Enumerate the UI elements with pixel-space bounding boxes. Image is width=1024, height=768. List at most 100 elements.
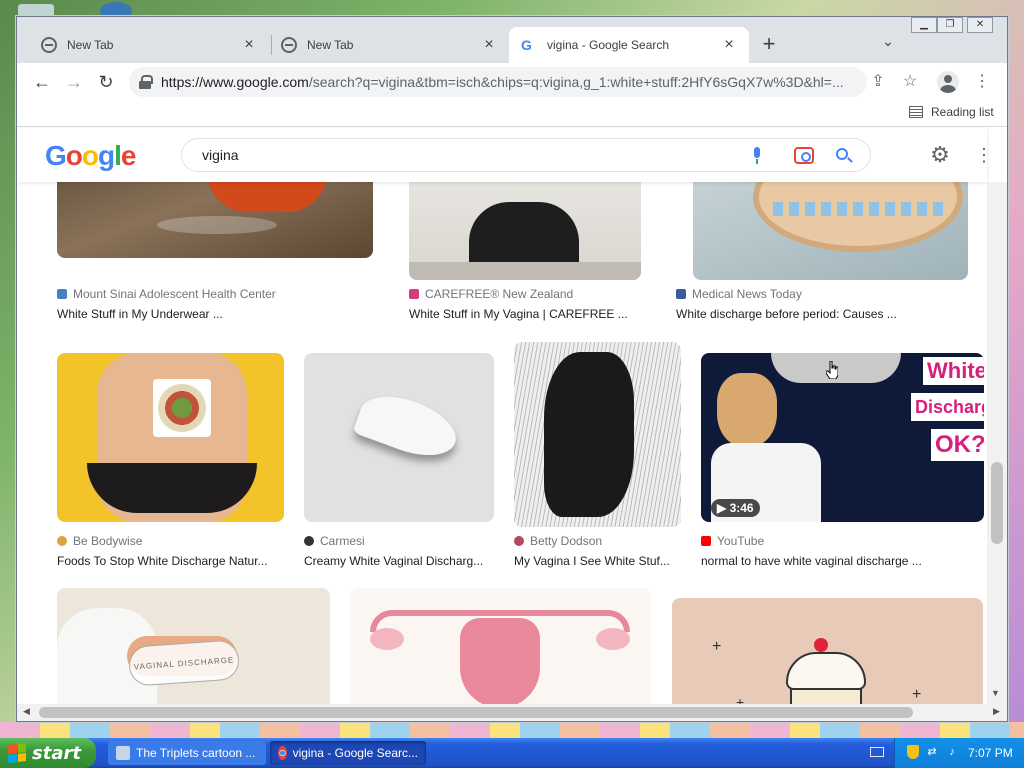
- browser-menu-icon[interactable]: ⋮: [971, 71, 993, 93]
- result-image[interactable]: + + +: [672, 598, 983, 704]
- network-icon[interactable]: ⇄: [925, 746, 939, 758]
- close-icon[interactable]: ×: [241, 36, 257, 54]
- result-source[interactable]: CAREFREE® New Zealand: [409, 287, 573, 301]
- result-source[interactable]: Carmesi: [304, 534, 365, 548]
- url-host: https://www.google.com: [161, 74, 309, 90]
- result-caption[interactable]: White discharge before period: Causes ..…: [676, 307, 966, 321]
- taskbar-item-chrome[interactable]: vigina - Google Searc...: [270, 741, 426, 765]
- pills-shape: [773, 202, 943, 216]
- product-label: VAGINAL DISCHARGE: [127, 639, 241, 687]
- address-bar[interactable]: https://www.google.com/search?q=vigina&t…: [129, 67, 867, 97]
- video-duration-badge: ▶ 3:46: [711, 499, 760, 517]
- scroll-right-arrow-icon[interactable]: ▶: [993, 706, 1000, 717]
- tab-title: vigina - Google Search: [547, 38, 670, 52]
- cream-swatch-shape: [352, 385, 464, 467]
- pill-pack-shape: [753, 182, 963, 252]
- salad-plate-shape: [158, 384, 206, 432]
- new-tab-button[interactable]: +: [757, 33, 781, 57]
- result-source[interactable]: Mount Sinai Adolescent Health Center: [57, 287, 276, 301]
- lock-icon[interactable]: [139, 75, 153, 89]
- logo-letter: g: [98, 140, 115, 171]
- source-favicon-icon: [304, 536, 314, 546]
- keyboard-icon[interactable]: [870, 747, 884, 757]
- result-caption[interactable]: White Stuff in My Underwear ...: [57, 307, 373, 321]
- maximize-button[interactable]: ❐: [937, 17, 963, 33]
- result-image[interactable]: [304, 353, 494, 522]
- result-source[interactable]: Betty Dodson: [514, 534, 602, 548]
- cherry-shape: [814, 638, 828, 652]
- chrome-icon: [278, 746, 287, 760]
- reload-button[interactable]: ↻: [93, 69, 119, 95]
- video-duration: 3:46: [729, 501, 754, 515]
- profile-avatar[interactable]: [937, 71, 959, 93]
- result-caption[interactable]: White Stuff in My Vagina | CAREFREE ...: [409, 307, 649, 321]
- security-shield-icon[interactable]: [907, 745, 919, 759]
- google-logo[interactable]: Google: [45, 140, 136, 172]
- result-source[interactable]: Be Bodywise: [57, 534, 142, 548]
- video-overlay-text: White: [923, 357, 984, 385]
- taskbar: start The Triplets cartoon ... vigina - …: [0, 738, 1024, 768]
- tab-new-tab-1[interactable]: New Tab ×: [29, 27, 269, 63]
- ovary-shape: [370, 628, 404, 650]
- horizontal-scrollbar[interactable]: ◀ ▶: [17, 704, 1007, 721]
- microphone-icon[interactable]: [752, 147, 762, 165]
- close-icon[interactable]: ×: [721, 36, 737, 54]
- source-name: Be Bodywise: [73, 534, 143, 548]
- source-name: Mount Sinai Adolescent Health Center: [73, 287, 276, 301]
- scroll-down-arrow-icon[interactable]: ▼: [991, 688, 1000, 698]
- close-icon[interactable]: ×: [481, 36, 497, 54]
- globe-icon: [41, 37, 57, 53]
- hand-cursor-icon: [826, 361, 838, 379]
- source-favicon-icon: [676, 289, 686, 299]
- result-caption[interactable]: Creamy White Vaginal Discharg...: [304, 554, 494, 568]
- tab-title: New Tab: [307, 38, 354, 52]
- result-image[interactable]: [693, 182, 968, 280]
- google-lens-icon[interactable]: [794, 147, 814, 164]
- volume-icon[interactable]: ♪: [945, 746, 959, 758]
- settings-gear-icon[interactable]: ⚙: [929, 144, 951, 166]
- image-results-grid: Mount Sinai Adolescent Health Center Whi…: [17, 182, 987, 704]
- video-thumbnail[interactable]: White Discharg OK? ▶ 3:46: [701, 353, 984, 522]
- result-caption[interactable]: Foods To Stop White Discharge Natur...: [57, 554, 284, 568]
- result-source[interactable]: Medical News Today: [676, 287, 802, 301]
- sparkle-icon: +: [912, 686, 922, 703]
- scroll-left-arrow-icon[interactable]: ◀: [23, 706, 30, 717]
- share-icon[interactable]: ⇪: [867, 71, 889, 93]
- result-caption[interactable]: normal to have white vaginal discharge .…: [701, 554, 984, 568]
- close-window-button[interactable]: ✕: [967, 17, 993, 33]
- result-source[interactable]: YouTube: [701, 534, 764, 548]
- result-image[interactable]: [409, 182, 641, 280]
- taskbar-item-triplets[interactable]: The Triplets cartoon ...: [108, 741, 266, 765]
- tab-new-tab-2[interactable]: New Tab ×: [269, 27, 509, 63]
- taskbar-clock[interactable]: 7:07 PM: [968, 746, 1013, 760]
- tab-list-chevron-icon[interactable]: ⌄: [879, 33, 897, 53]
- result-image[interactable]: VAGINAL DISCHARGE: [57, 588, 330, 704]
- video-overlay-text: Discharg: [911, 393, 984, 421]
- google-apps-icon[interactable]: ⋮: [975, 144, 993, 166]
- search-icon[interactable]: [836, 148, 848, 160]
- result-image[interactable]: [350, 588, 651, 704]
- search-query[interactable]: vigina: [202, 147, 239, 163]
- result-image[interactable]: [57, 353, 284, 522]
- tab-google-search[interactable]: G vigina - Google Search ×: [509, 27, 749, 63]
- forward-button[interactable]: →: [61, 69, 87, 95]
- vertical-scrollbar[interactable]: ▼: [987, 182, 1007, 704]
- vertical-scroll-thumb[interactable]: [991, 462, 1003, 544]
- bookmark-star-icon[interactable]: ☆: [899, 71, 921, 93]
- result-image[interactable]: [514, 342, 681, 527]
- play-icon: ▶: [717, 501, 730, 515]
- globe-icon: [281, 37, 297, 53]
- url-text[interactable]: https://www.google.com/search?q=vigina&t…: [161, 74, 857, 90]
- result-image[interactable]: [57, 182, 373, 258]
- video-overlay-text: OK?: [931, 429, 984, 461]
- search-input[interactable]: vigina: [181, 138, 871, 172]
- horizontal-scroll-thumb[interactable]: [39, 707, 913, 718]
- back-button[interactable]: ←: [29, 69, 55, 95]
- result-caption[interactable]: My Vagina I See White Stuf...: [514, 554, 684, 568]
- reading-list-button[interactable]: Reading list: [909, 105, 994, 119]
- windows-logo-icon: [8, 743, 26, 763]
- minimize-button[interactable]: ▁: [911, 17, 937, 33]
- start-button[interactable]: start: [0, 738, 96, 768]
- source-name: Betty Dodson: [530, 534, 603, 548]
- logo-letter: G: [45, 140, 67, 171]
